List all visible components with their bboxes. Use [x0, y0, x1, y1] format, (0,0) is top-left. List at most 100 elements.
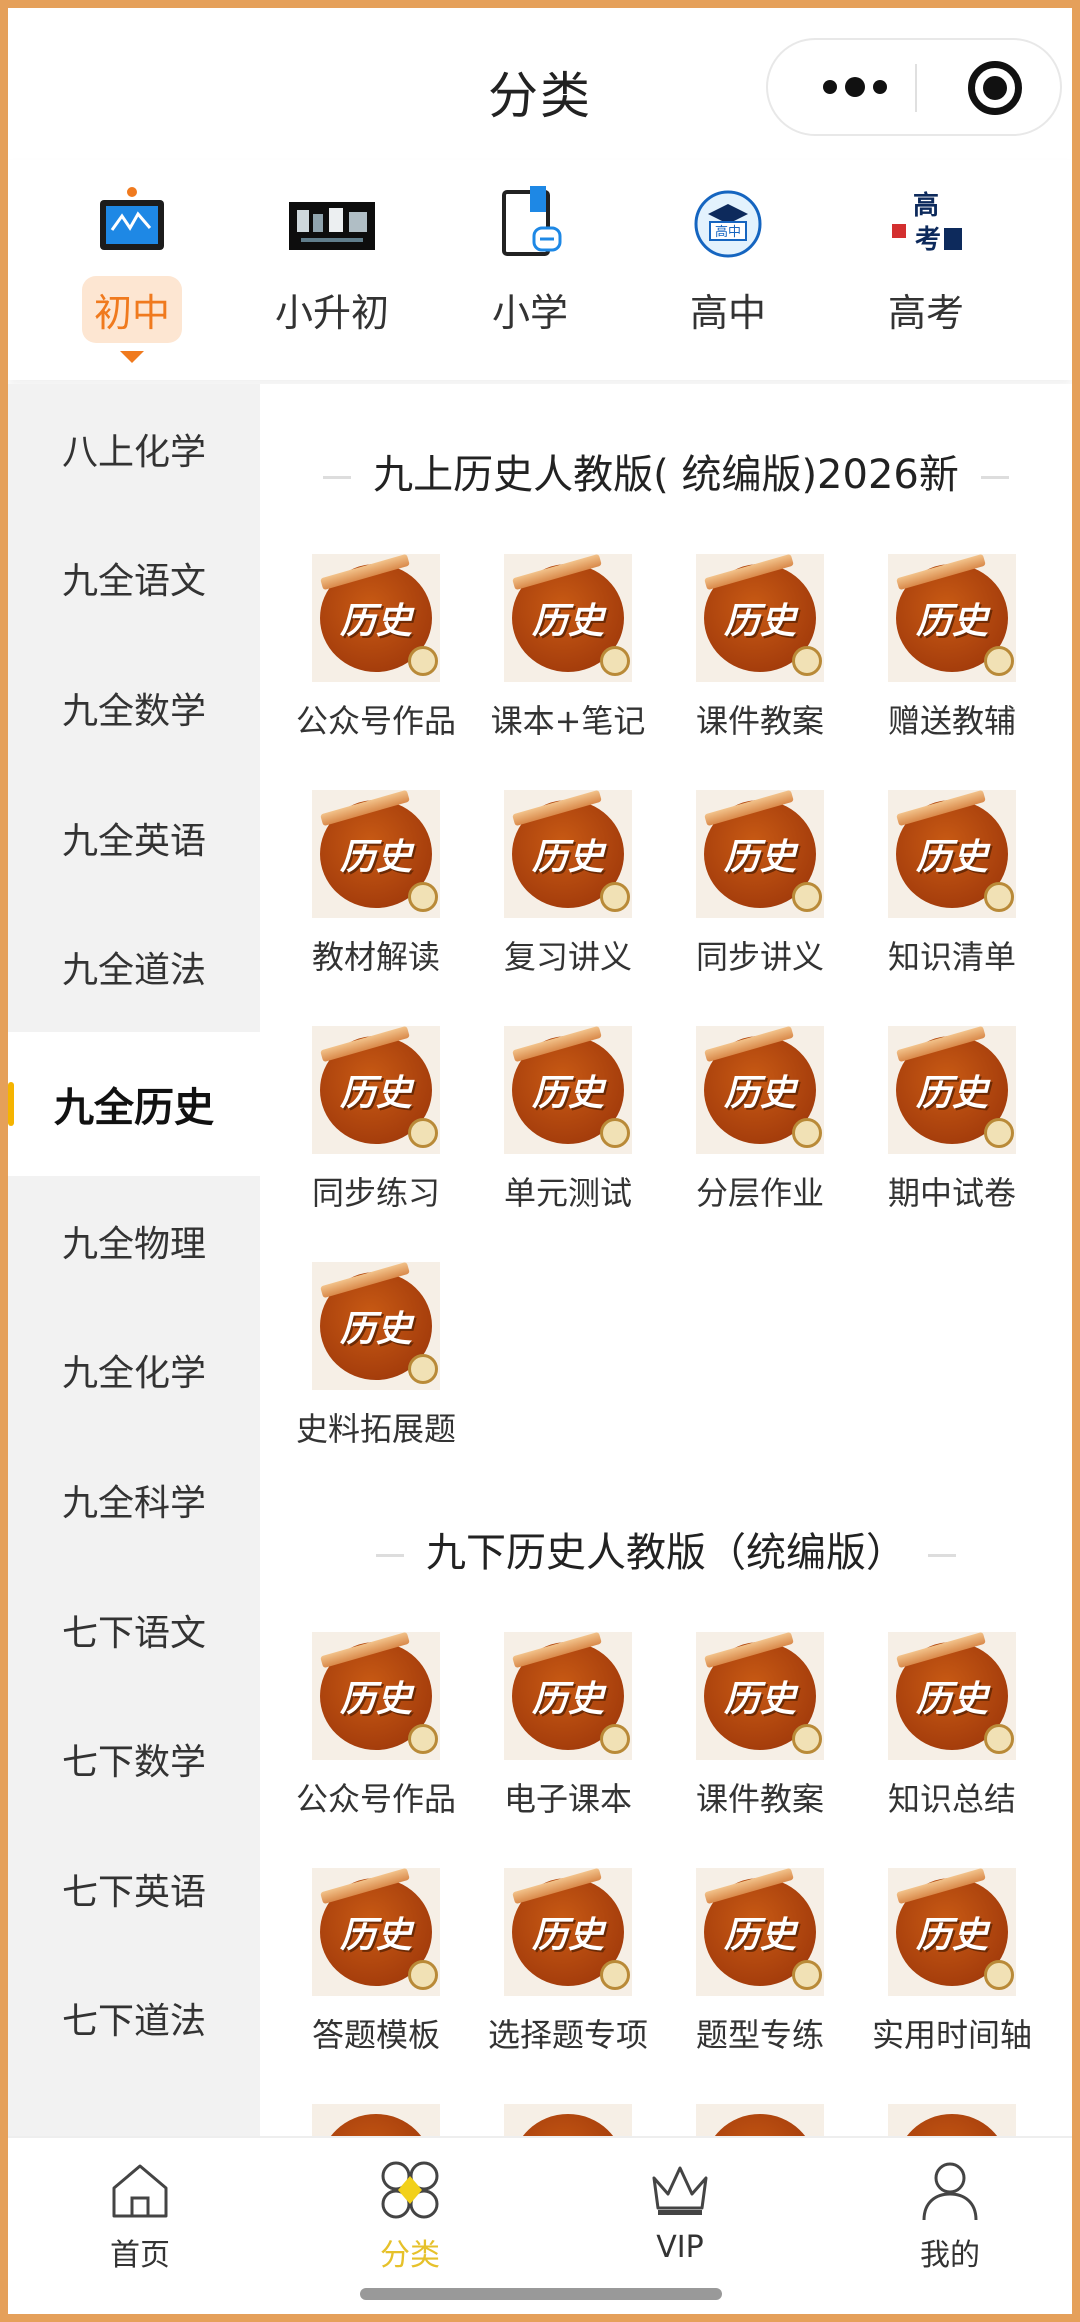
history-book-icon: 历史 [696, 1867, 824, 1996]
resource-item[interactable]: 历史 史料拓展题 [280, 1261, 472, 1462]
resource-item-partial[interactable] [664, 2104, 856, 2136]
more-menu-button[interactable] [798, 40, 912, 134]
history-book-icon: 历史 [504, 1631, 632, 1760]
graduation-cap-icon: 高中 [688, 184, 768, 264]
resource-item-label: 题型专练 [695, 2016, 824, 2054]
resource-item[interactable]: 历史 复习讲义 [472, 789, 664, 990]
history-book-icon: 历史 [312, 1261, 440, 1390]
history-book-icon: 历史 [888, 1631, 1016, 1760]
resource-item[interactable]: 历史 公众号作品 [280, 1631, 472, 1832]
resource-item-label: 课件教案 [695, 1780, 824, 1818]
sidebar-item-label: 九全物理 [61, 1223, 206, 1265]
sidebar-item[interactable]: 九全科学 [8, 1435, 260, 1565]
resource-item-partial[interactable] [856, 2104, 1048, 2136]
icon-text: 历史 [531, 1915, 604, 1956]
resource-item-partial[interactable] [280, 2104, 472, 2136]
grade-tab-senior-high[interactable]: 高中 高中 [648, 184, 808, 364]
history-book-icon [312, 2104, 440, 2136]
sidebar-item[interactable]: 七下英语 [8, 1824, 260, 1954]
active-tab-indicator [120, 351, 144, 363]
sidebar-item[interactable]: 九全道法 [8, 902, 260, 1032]
icon-text: 历史 [339, 837, 412, 878]
book-link-icon [490, 184, 570, 264]
nav-tab-label: 我的 [920, 2238, 980, 2273]
resource-item-label: 期中试卷 [887, 1174, 1016, 1212]
close-target-icon[interactable] [968, 61, 1022, 115]
sidebar-item-active[interactable]: 九全历史 [8, 1031, 260, 1176]
clock-icon [984, 882, 1014, 912]
icon-text: 历史 [915, 1915, 988, 1956]
resource-item[interactable]: 历史 课件教案 [664, 553, 856, 754]
sidebar-item[interactable]: 八上化学 [8, 384, 260, 514]
sidebar-item[interactable]: 九全语文 [8, 514, 260, 644]
resource-item[interactable]: 历史 答题模板 [280, 1867, 472, 2068]
clock-icon [984, 646, 1014, 676]
resource-item-label: 同步讲义 [695, 938, 824, 976]
nav-tab-category[interactable]: 分类 [320, 2158, 500, 2274]
promo-image-icon [289, 184, 375, 264]
history-book-icon: 历史 [888, 1867, 1016, 1996]
more-dot-icon [845, 77, 865, 97]
grade-tab-primary-to-junior[interactable]: 小升初 [252, 184, 412, 364]
nav-tab-home[interactable]: 首页 [50, 2158, 230, 2274]
resource-item[interactable]: 历史 电子课本 [472, 1631, 664, 1832]
resource-item[interactable]: 历史 单元测试 [472, 1025, 664, 1226]
section-heading: 九上历史人教版( 统编版)2026新 [260, 442, 1072, 500]
resource-item[interactable]: 历史 赠送教辅 [856, 553, 1048, 754]
sidebar-item[interactable]: 七下语文 [8, 1565, 260, 1695]
resource-item[interactable]: 历史 公众号作品 [280, 553, 472, 754]
resource-item-partial[interactable] [472, 2104, 664, 2136]
heading-dash [323, 475, 352, 479]
resource-item[interactable]: 历史 同步讲义 [664, 789, 856, 990]
sidebar-item-label: 九全化学 [61, 1353, 206, 1395]
grade-tab-primary[interactable]: 小学 [450, 184, 610, 364]
resource-item-label: 教材解读 [311, 938, 440, 976]
history-book-icon: 历史 [504, 1025, 632, 1154]
sidebar-item[interactable]: 九全英语 [8, 773, 260, 903]
icon-text: 历史 [339, 1679, 412, 1720]
home-icon [108, 2158, 172, 2222]
history-book-icon: 历史 [696, 789, 824, 918]
clock-icon [792, 1118, 822, 1148]
resource-item[interactable]: 历史 教材解读 [280, 789, 472, 990]
sidebar-item[interactable]: 九全物理 [8, 1176, 260, 1306]
resource-item[interactable]: 历史 同步练习 [280, 1025, 472, 1226]
history-book-icon [696, 2104, 824, 2136]
resource-item[interactable]: 历史 知识清单 [856, 789, 1048, 990]
sidebar-item-label: 九全英语 [61, 820, 206, 862]
sidebar-item[interactable]: 九全数学 [8, 643, 260, 773]
icon-disk [704, 2114, 816, 2136]
resource-item-label: 复习讲义 [503, 938, 632, 976]
sidebar-item[interactable]: 九全化学 [8, 1306, 260, 1436]
resource-item[interactable]: 历史 选择题专项 [472, 1867, 664, 2068]
resource-item[interactable]: 历史 实用时间轴 [856, 1867, 1048, 2068]
grade-tab-label: 高考 [887, 291, 964, 335]
resource-item[interactable]: 历史 期中试卷 [856, 1025, 1048, 1226]
sidebar-item-label: 九全历史 [54, 1084, 214, 1131]
sidebar-item-label: 九全语文 [61, 561, 206, 603]
nav-tab-mine[interactable]: 我的 [860, 2158, 1040, 2274]
sidebar-item-label: 八上化学 [61, 431, 206, 473]
sidebar-item[interactable]: 七下数学 [8, 1694, 260, 1824]
resource-item[interactable]: 历史 课件教案 [664, 1631, 856, 1832]
resource-item[interactable]: 历史 知识总结 [856, 1631, 1048, 1832]
history-book-icon: 历史 [504, 789, 632, 918]
icon-text: 历史 [915, 1073, 988, 1114]
grade-tab-label: 初中 [81, 276, 182, 343]
resource-item-label: 公众号作品 [295, 1780, 456, 1818]
history-book-icon: 历史 [504, 553, 632, 682]
icon-text: 历史 [723, 1679, 796, 1720]
resource-item[interactable]: 历史 分层作业 [664, 1025, 856, 1226]
grade-tab-college-entrance[interactable]: 高 考 高考 [846, 184, 1006, 364]
nav-tab-vip[interactable]: VIP [590, 2158, 770, 2265]
resource-item-label: 课本+笔记 [490, 702, 646, 740]
resource-item[interactable]: 历史 题型专练 [664, 1867, 856, 2068]
resource-item[interactable]: 历史课本+笔记 [472, 553, 664, 754]
sidebar-item[interactable]: 七下道法 [8, 1954, 260, 2084]
resource-item-label: 实用时间轴 [871, 2016, 1032, 2054]
resource-item-label: 答题模板 [311, 2016, 440, 2054]
grade-tab-junior-high[interactable]: 初中 [52, 184, 212, 364]
grade-tab-label: 高中 [689, 291, 766, 335]
more-dot-icon [873, 80, 887, 94]
icon-text: 历史 [531, 1679, 604, 1720]
